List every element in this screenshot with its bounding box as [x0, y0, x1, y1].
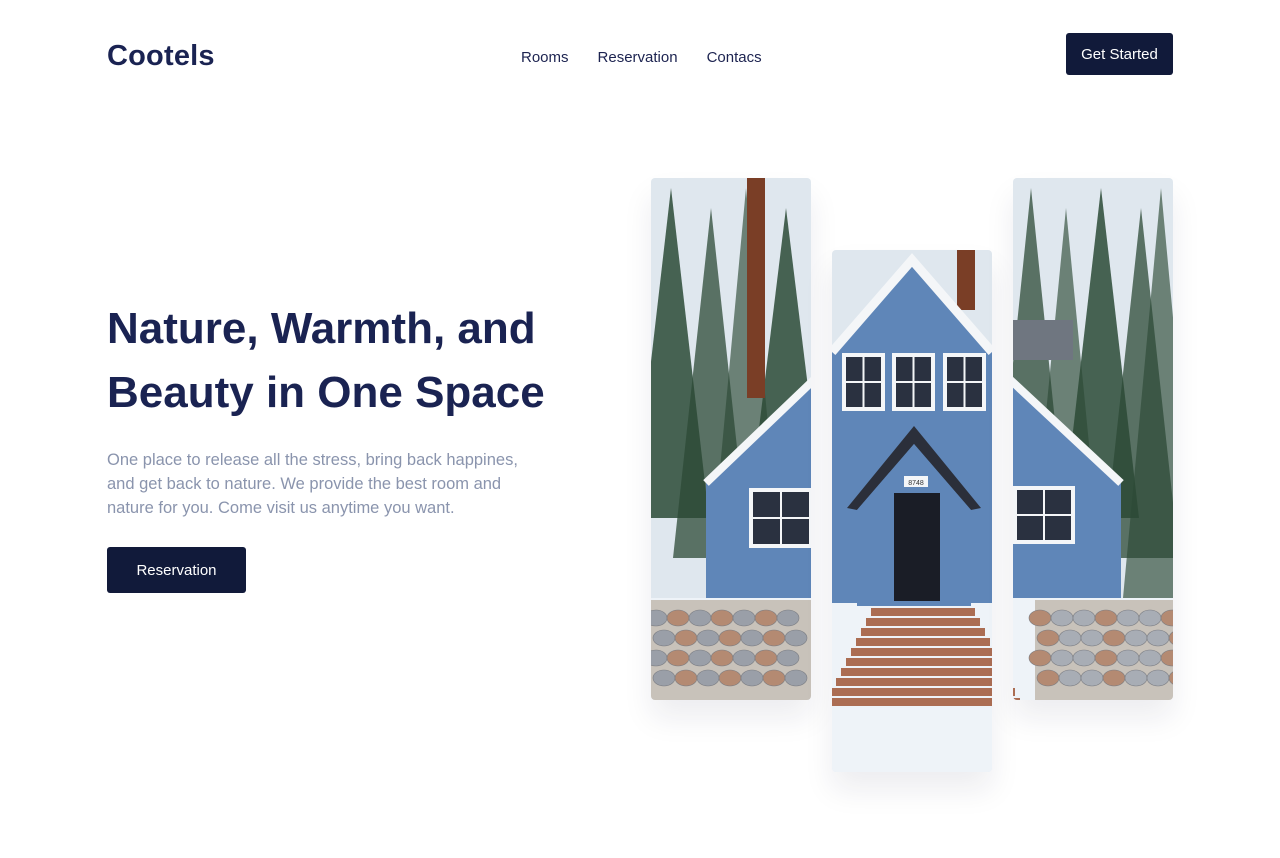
nav-item-contacs[interactable]: Contacs: [707, 49, 762, 66]
svg-text:8748: 8748: [908, 480, 924, 487]
hero-subtitle: One place to release all the stress, bri…: [107, 451, 518, 517]
nav-item-reservation[interactable]: Reservation: [598, 49, 678, 66]
gallery-photo-left: 8748: [651, 178, 811, 700]
reservation-button[interactable]: Reservation: [107, 547, 246, 593]
main-nav: Rooms Reservation Contacs: [521, 49, 762, 66]
logo[interactable]: Cootels: [107, 40, 215, 73]
nav-item-rooms[interactable]: Rooms: [521, 49, 569, 66]
gallery-photo-center: 8748: [832, 250, 992, 772]
hero-headline: Nature, Warmth, and Beauty in One Space: [107, 304, 545, 417]
gallery-photo-right: 8748: [1013, 178, 1173, 700]
get-started-button[interactable]: Get Started: [1066, 33, 1173, 75]
